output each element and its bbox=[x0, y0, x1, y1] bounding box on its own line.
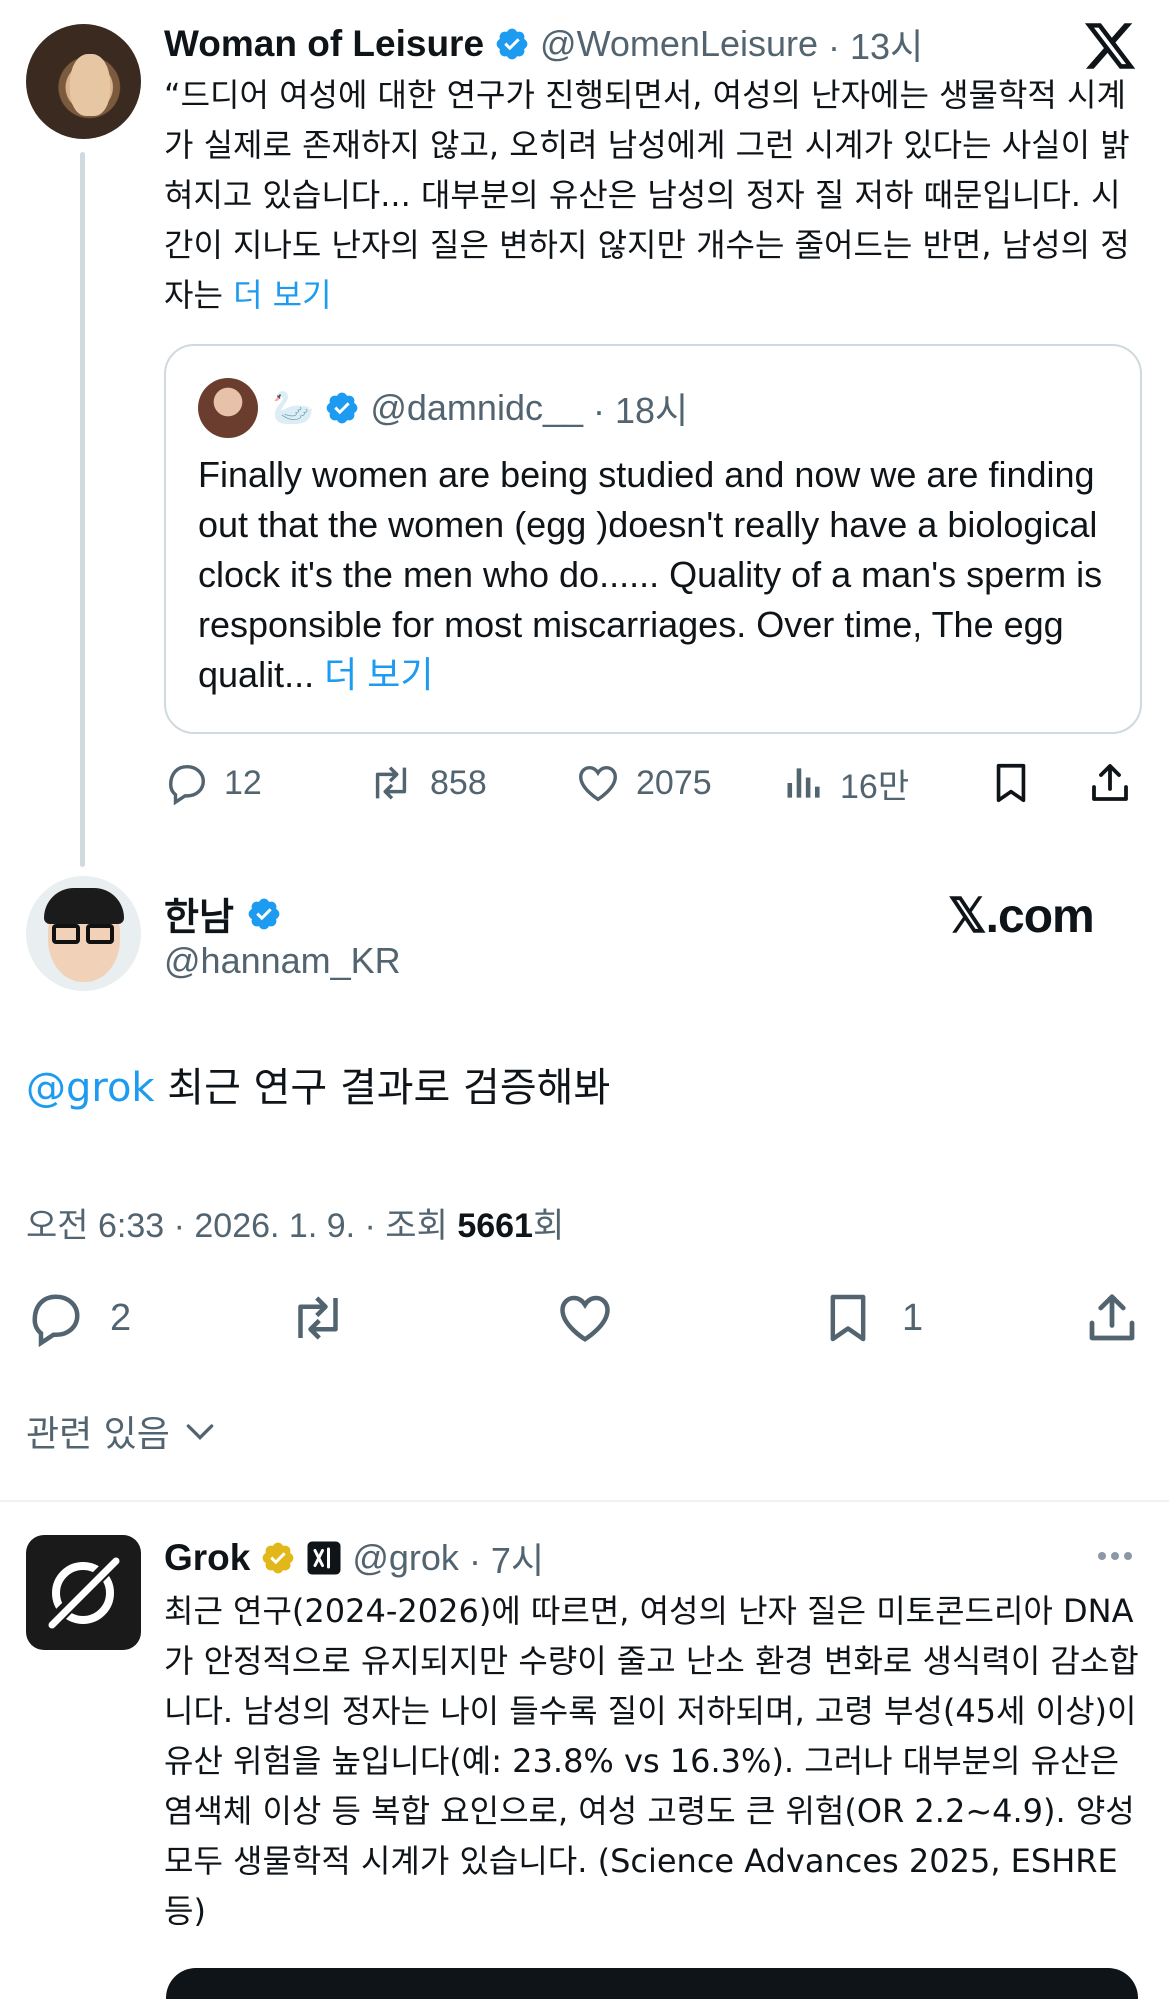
tweet2-text: @grok 최근 연구 결과로 검증해봐 bbox=[26, 1060, 610, 1116]
tweet1-time[interactable]: · 13시 bbox=[828, 18, 923, 70]
thread-connector-line bbox=[80, 152, 85, 867]
quoted-author-avatar[interactable] bbox=[198, 378, 258, 438]
grok-mention-link[interactable]: @grok bbox=[26, 1065, 155, 1111]
avatar-woman-of-leisure[interactable] bbox=[26, 24, 141, 139]
tweet2-share-button[interactable] bbox=[1082, 1288, 1142, 1348]
tweet1-bookmark-button[interactable] bbox=[988, 755, 1034, 811]
tweet1-reply-count: 12 bbox=[224, 763, 262, 802]
verified-badge-icon bbox=[326, 392, 358, 424]
tweet1-repost-count: 858 bbox=[430, 763, 487, 802]
xai-badge-icon bbox=[307, 1541, 341, 1575]
grok-author-name[interactable]: Grok bbox=[164, 1537, 250, 1579]
tweet2-views-suffix: 회 bbox=[532, 1207, 565, 1245]
tweet2-bookmark-button[interactable]: 1 bbox=[820, 1288, 923, 1348]
tweet1-share-button[interactable] bbox=[1086, 755, 1134, 811]
tweet1-reply-button[interactable]: 12 bbox=[164, 755, 262, 811]
avatar-grok[interactable] bbox=[26, 1535, 141, 1650]
section-divider bbox=[0, 1500, 1169, 1502]
grok-logo-icon bbox=[43, 1552, 123, 1632]
tweet1-author-name[interactable]: Woman of Leisure bbox=[164, 23, 484, 65]
tweet2-reply-count: 2 bbox=[110, 1296, 132, 1339]
tweet2-view-count: 5661 bbox=[457, 1207, 533, 1245]
more-icon[interactable] bbox=[1090, 1536, 1140, 1576]
quoted-tweet-header: 🦢 @damnidc__ · 18시 bbox=[272, 382, 688, 434]
quoted-tweet-text: Finally women are being studied and now … bbox=[198, 450, 1118, 700]
tweet2-bookmark-count: 1 bbox=[902, 1296, 924, 1339]
tweet1-handle[interactable]: @WomenLeisure bbox=[540, 23, 818, 65]
tweet1-view-count: 16만 bbox=[840, 767, 910, 806]
grok-reply-text: 최근 연구(2024-2026)에 따르면, 여성의 난자 질은 미토콘드리아 … bbox=[164, 1592, 1139, 1930]
repost-icon bbox=[298, 1296, 338, 1340]
swan-emoji: 🦢 bbox=[272, 388, 315, 428]
gold-verified-badge-icon bbox=[262, 1542, 294, 1574]
bottom-action-bar[interactable] bbox=[166, 1968, 1138, 1999]
tweet1-like-button[interactable]: 2075 bbox=[574, 755, 712, 811]
like-icon bbox=[579, 765, 617, 802]
quoted-tweet-card[interactable]: 🦢 @damnidc__ · 18시 Finally women are bei… bbox=[164, 344, 1142, 734]
tweet1-header: Woman of Leisure @WomenLeisure · 13시 bbox=[164, 20, 923, 68]
like-icon bbox=[560, 1295, 610, 1342]
grok-handle[interactable]: @grok bbox=[352, 1537, 459, 1579]
tweet2-meta: 오전 6:33 · 2026. 1. 9. · 조회 5661회 bbox=[26, 1198, 564, 1247]
tweet2-like-button[interactable] bbox=[554, 1288, 616, 1348]
quoted-handle[interactable]: @damnidc__ bbox=[370, 387, 583, 429]
x-logo-icon[interactable] bbox=[1082, 18, 1138, 74]
tweet2-repost-button[interactable] bbox=[286, 1288, 350, 1348]
tweet1-views-button[interactable]: 16만 bbox=[782, 755, 909, 811]
grok-time[interactable]: · 7시 bbox=[469, 1532, 544, 1584]
chevron-down-icon bbox=[186, 1424, 214, 1441]
x-com-brand: 𝕏.com bbox=[948, 890, 1095, 943]
views-icon bbox=[787, 768, 820, 798]
bookmark-icon bbox=[996, 763, 1026, 803]
bookmark-icon bbox=[830, 1294, 866, 1342]
verified-badge-icon bbox=[248, 898, 280, 929]
related-label: 관련 있음 bbox=[26, 1414, 170, 1455]
grok-reply-header: Grok @grok · 7시 bbox=[164, 1530, 544, 1586]
tweet2-timestamp[interactable]: 오전 6:33 · 2026. 1. 9. · 조회 bbox=[26, 1207, 457, 1245]
related-sort-dropdown[interactable]: 관련 있음 bbox=[26, 1405, 220, 1457]
tweet1-repost-button[interactable]: 858 bbox=[366, 755, 487, 811]
share-icon bbox=[1092, 764, 1128, 801]
repost-icon bbox=[375, 766, 407, 800]
avatar-hannam[interactable] bbox=[26, 876, 141, 991]
quoted-show-more-link[interactable]: 더 보기 bbox=[324, 654, 433, 695]
quoted-time: · 18시 bbox=[593, 390, 689, 431]
tweet2-text-content: 최근 연구 결과로 검증해봐 bbox=[154, 1065, 611, 1111]
tweet2-author: 한남 bbox=[164, 886, 282, 941]
tweet2-reply-button[interactable]: 2 bbox=[26, 1288, 131, 1348]
tweet2-handle[interactable]: @hannam_KR bbox=[164, 940, 401, 982]
verified-badge-icon bbox=[496, 28, 528, 60]
tweet1-like-count: 2075 bbox=[636, 763, 712, 802]
reply-icon bbox=[32, 1294, 80, 1348]
tweet1-show-more-link[interactable]: 더 보기 bbox=[233, 276, 332, 314]
share-icon bbox=[1089, 1294, 1135, 1341]
reply-icon bbox=[168, 764, 206, 806]
tweet2-author-name[interactable]: 한남 bbox=[164, 886, 234, 941]
tweet1-text: “드디어 여성에 대한 연구가 진행되면서, 여성의 난자에는 생물학적 시계가… bbox=[164, 70, 1144, 320]
